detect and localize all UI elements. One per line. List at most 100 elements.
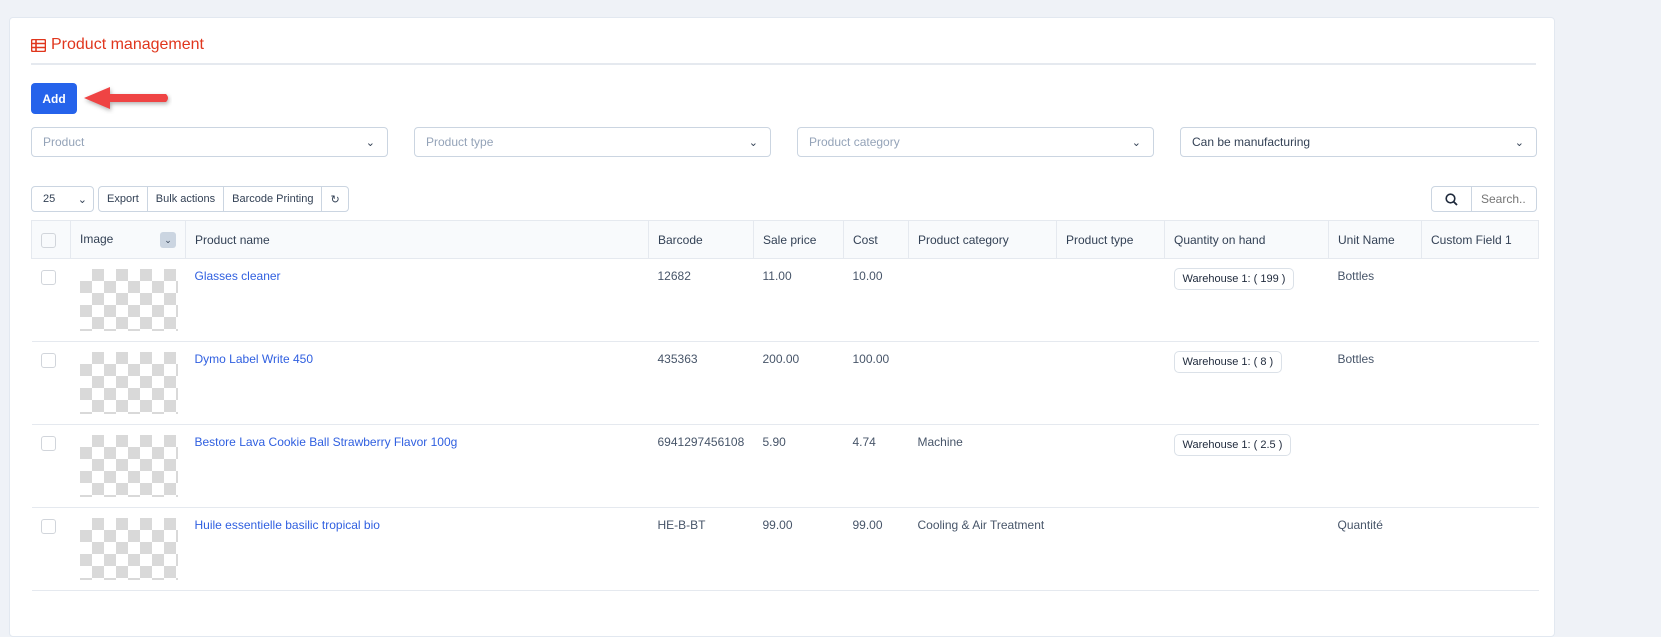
product-name-link[interactable]: Dymo Label Write 450	[195, 352, 314, 366]
product-name-link[interactable]: Bestore Lava Cookie Ball Strawberry Flav…	[195, 435, 458, 449]
column-product-category[interactable]: Product category	[908, 220, 1057, 259]
page-size-value: 25	[43, 193, 56, 205]
cost-cell: 10.00	[843, 258, 909, 342]
column-image[interactable]: Image ⌄	[70, 220, 186, 259]
quantity-cell: Warehouse 1: ( 199 )	[1164, 258, 1329, 342]
divider	[31, 63, 1536, 65]
product-type-filter[interactable]: Product type ⌄	[414, 127, 771, 157]
column-unit-name[interactable]: Unit Name	[1328, 220, 1422, 259]
image-cell	[70, 341, 186, 425]
type-cell	[1056, 341, 1165, 425]
column-custom-field-1[interactable]: Custom Field 1	[1421, 220, 1539, 259]
cost-cell: 4.74	[843, 424, 909, 508]
cost-cell: 99.00	[843, 507, 909, 591]
custom-field-cell	[1421, 341, 1539, 425]
main-card: Product management Add Product ⌄ Product …	[9, 17, 1555, 637]
chevron-down-icon: ⌄	[1131, 136, 1141, 149]
quantity-cell: Warehouse 1: ( 8 )	[1164, 341, 1329, 425]
row-select-cell	[31, 341, 71, 425]
refresh-icon: ↻	[330, 193, 340, 206]
product-image-placeholder	[79, 352, 178, 414]
table-row: Huile essentielle basilic tropical bio H…	[31, 507, 1539, 591]
row-checkbox[interactable]	[40, 270, 56, 285]
search-button[interactable]	[1432, 187, 1472, 211]
product-filter[interactable]: Product ⌄	[31, 127, 388, 157]
row-checkbox[interactable]	[40, 353, 56, 368]
barcode-cell: 435363	[648, 341, 754, 425]
row-checkbox[interactable]	[40, 436, 56, 451]
table-actions: Export Bulk actions Barcode Printing ↻	[98, 186, 349, 212]
select-all-checkbox[interactable]	[41, 232, 56, 248]
unit-cell: Bottles	[1328, 258, 1422, 342]
chevron-down-icon: ⌄	[365, 136, 375, 149]
sale-price-cell: 5.90	[753, 424, 844, 508]
table-list-icon	[31, 38, 46, 52]
product-name-cell: Dymo Label Write 450	[185, 341, 649, 425]
refresh-button[interactable]: ↻	[322, 187, 347, 211]
unit-cell: Bottles	[1328, 341, 1422, 425]
barcode-cell: 6941297456108	[648, 424, 754, 508]
column-product-name[interactable]: Product name	[185, 220, 649, 259]
quantity-cell: Warehouse 1: ( 2.5 )	[1164, 424, 1329, 508]
search-input[interactable]	[1472, 187, 1536, 211]
bulk-actions-button[interactable]: Bulk actions	[148, 187, 225, 211]
custom-field-cell	[1421, 258, 1539, 342]
type-cell	[1056, 507, 1165, 591]
column-barcode[interactable]: Barcode	[648, 220, 754, 259]
barcode-cell: HE-B-BT	[648, 507, 754, 591]
product-name-link[interactable]: Glasses cleaner	[195, 269, 281, 283]
chevron-down-icon: ⌄	[1514, 136, 1524, 149]
unit-cell: Quantité	[1328, 507, 1422, 591]
cost-cell: 100.00	[843, 341, 909, 425]
sale-price-cell: 11.00	[753, 258, 844, 342]
manufacturing-filter[interactable]: Can be manufacturing ⌄	[1180, 127, 1537, 157]
column-sale-price[interactable]: Sale price	[753, 220, 844, 259]
page-title-text: Product management	[51, 36, 204, 53]
column-image-label: Image	[80, 231, 114, 246]
chevron-down-icon[interactable]: ⌄	[160, 231, 176, 248]
row-select-cell	[31, 424, 71, 508]
quantity-badge: Warehouse 1: ( 8 )	[1173, 351, 1283, 373]
product-type-filter-placeholder: Product type	[426, 135, 494, 149]
page-size-select[interactable]: 25 ⌄	[31, 186, 94, 212]
chevron-down-icon: ⌄	[748, 136, 758, 149]
type-cell	[1056, 258, 1165, 342]
export-button[interactable]: Export	[99, 187, 148, 211]
sale-price-cell: 200.00	[753, 341, 844, 425]
table-row: Glasses cleaner 12682 11.00 10.00 Wareho…	[31, 258, 1539, 342]
page-title: Product management	[31, 36, 204, 54]
product-filter-placeholder: Product	[43, 135, 85, 149]
image-cell	[70, 258, 186, 342]
column-cost[interactable]: Cost	[843, 220, 909, 259]
category-cell: Machine	[908, 424, 1057, 508]
product-name-cell: Bestore Lava Cookie Ball Strawberry Flav…	[185, 424, 649, 508]
column-product-type[interactable]: Product type	[1056, 220, 1165, 259]
row-select-cell	[31, 507, 71, 591]
row-select-cell	[31, 258, 71, 342]
select-all-cell	[31, 220, 71, 259]
add-button[interactable]: Add	[31, 83, 77, 114]
column-quantity-on-hand[interactable]: Quantity on hand	[1164, 220, 1329, 259]
category-cell	[908, 341, 1057, 425]
barcode-cell: 12682	[648, 258, 754, 342]
product-name-cell: Huile essentielle basilic tropical bio	[185, 507, 649, 591]
table-row: Bestore Lava Cookie Ball Strawberry Flav…	[31, 424, 1539, 508]
product-name-link[interactable]: Huile essentielle basilic tropical bio	[195, 518, 380, 532]
product-category-filter-placeholder: Product category	[809, 135, 900, 149]
product-image-placeholder	[79, 435, 178, 497]
barcode-printing-button[interactable]: Barcode Printing	[224, 187, 323, 211]
sale-price-cell: 99.00	[753, 507, 844, 591]
manufacturing-filter-value: Can be manufacturing	[1192, 135, 1311, 149]
search-box	[1431, 186, 1537, 212]
custom-field-cell	[1421, 424, 1539, 508]
product-category-filter[interactable]: Product category ⌄	[797, 127, 1154, 157]
table-header: Image ⌄ Product name Barcode Sale price C…	[31, 220, 1539, 259]
table-row: Dymo Label Write 450 435363 200.00 100.0…	[31, 341, 1539, 425]
category-cell	[908, 258, 1057, 342]
product-image-placeholder	[79, 269, 178, 331]
image-cell	[70, 424, 186, 508]
row-checkbox[interactable]	[40, 519, 56, 534]
products-table: Image ⌄ Product name Barcode Sale price C…	[31, 220, 1539, 591]
product-image-placeholder	[79, 518, 178, 580]
search-icon	[1445, 192, 1458, 206]
